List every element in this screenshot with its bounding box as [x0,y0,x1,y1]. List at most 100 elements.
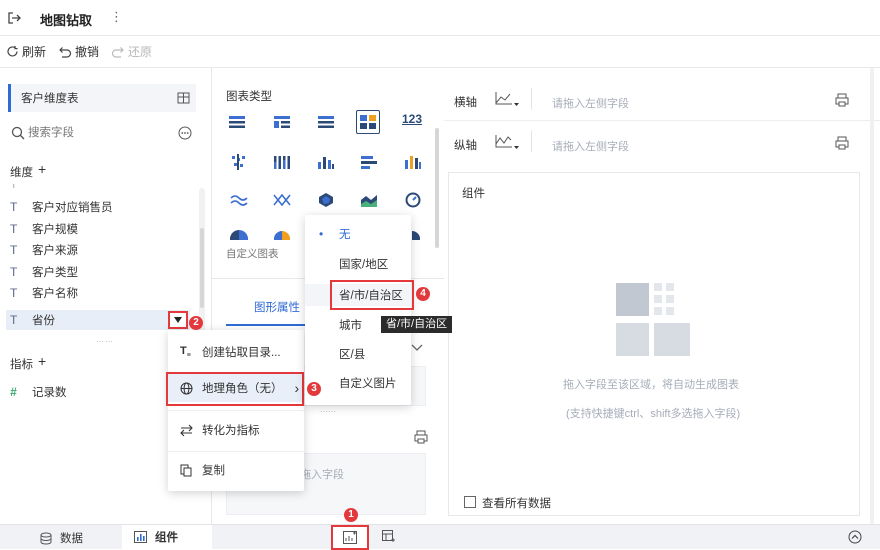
y-axis-label: 纵轴 [454,140,477,152]
geo-option-label: 区/县 [339,349,366,361]
tab-graphic-props[interactable]: 图形属性 [254,299,300,315]
menu-divider [168,410,304,411]
redo-label: 还原 [128,45,153,59]
chevron-up-circle-icon [848,530,862,544]
add-component-button[interactable] [331,525,369,550]
list-item-selected[interactable]: T 省份 [6,310,190,330]
undo-label: 撤销 [75,45,100,59]
tab-component[interactable]: 组件 [122,525,212,549]
text-type-icon: T [10,184,18,191]
table-chart-icon[interactable] [228,114,250,136]
geo-option-district[interactable]: 区/县 [305,343,411,365]
chart-icon [134,531,147,543]
collapse-button[interactable] [848,530,862,544]
x-axis-divider [531,88,532,110]
dimension-header: 维度 [10,167,33,179]
field-label: 客户来源 [32,245,78,257]
column-chart-icon[interactable] [317,154,339,176]
list-item[interactable]: T 客户规模 [10,219,78,239]
convert-icon [180,424,202,437]
y-axis-input[interactable]: 请拖入左侧字段 [552,138,629,154]
list-item[interactable]: T 客户来源 [10,240,78,260]
more-options-icon[interactable]: ⋮ [110,9,123,25]
geo-option-none[interactable]: • 无 [305,223,411,245]
scrollbar-thumb[interactable] [200,228,204,308]
list-item[interactable]: T [10,184,24,194]
geo-option-custom-image[interactable]: 自定义图片 [305,372,411,394]
resize-grip-icon[interactable]: ⋯⋯ [96,337,114,346]
cross-line-icon[interactable] [273,192,295,214]
search-input[interactable] [28,124,168,142]
geo-option-label: 无 [339,229,351,241]
component-label: 组件 [462,188,485,200]
menu-item-label: 创建钻取目录... [202,347,281,359]
gauge-chart-icon[interactable] [404,192,426,214]
line-chart-icon[interactable] [230,192,252,214]
bar-chart-icon[interactable] [360,154,382,176]
geo-option-country[interactable]: 国家/地区 [305,253,411,275]
undo-button[interactable]: 撤销 [58,43,99,60]
printer-icon[interactable] [414,430,428,444]
area-chart-icon[interactable] [360,192,382,214]
text-type-icon: T [10,286,18,300]
title-bar: 地图钻取 ⋮ [0,0,880,36]
create-drill-item[interactable]: T≡ 创建钻取目录... [168,338,304,366]
canvas-hint-2: (支持快捷键ctrl、shift多选拖入字段) [566,408,741,420]
add-dimension-button[interactable]: + [38,161,46,177]
list-item[interactable]: T 客户名称 [10,283,78,303]
radar-chart-icon[interactable] [317,192,339,214]
detail-table-icon[interactable] [317,114,339,136]
switch-table-icon[interactable] [177,92,190,104]
panel-resize-grip-icon[interactable]: ⋯⋯ [320,407,336,416]
refresh-button[interactable]: 刷新 [6,43,46,60]
menu-item-label: 复制 [202,465,225,477]
more-icon[interactable] [178,126,192,140]
drill-directory-icon: T≡ [180,344,191,360]
list-item[interactable]: # 记录数 [10,382,67,402]
y-axis-icon[interactable] [493,134,519,150]
add-dashboard-button[interactable] [382,530,396,543]
stacked-column-icon[interactable] [404,154,426,176]
dot-matrix-icon[interactable] [230,154,252,176]
x-axis-label: 横轴 [454,97,477,109]
x-axis-icon[interactable] [493,91,519,107]
x-axis-settings-icon[interactable] [835,93,849,107]
table-selector[interactable]: 客户维度表 [8,84,196,112]
text-type-icon: T [10,243,18,257]
tab-component-label: 组件 [155,532,178,544]
tooltip: 省/市/自治区 [381,316,453,333]
menu-item-label: 转化为指标 [202,425,260,437]
y-axis-settings-icon[interactable] [835,136,849,150]
show-all-checkbox[interactable] [464,496,476,508]
field-label: 客户名称 [32,288,78,300]
table-name: 客户维度表 [21,93,79,105]
list-item[interactable]: T 客户对应销售员 [10,197,113,217]
exit-icon[interactable] [7,11,21,25]
axis-row-divider [444,120,880,121]
step-badge-2: 2 [189,316,203,330]
chevron-down-icon[interactable] [411,344,423,352]
menu-divider [168,451,304,452]
x-axis-input[interactable]: 请拖入左侧字段 [552,95,629,111]
convert-to-measure-item[interactable]: 转化为指标 [168,416,304,444]
copy-item[interactable]: 复制 [168,456,304,484]
grouped-table-icon[interactable] [356,110,380,134]
tab-data[interactable]: 数据 [40,530,83,546]
database-icon [40,532,52,545]
field-dropdown-button[interactable] [168,311,188,329]
list-item[interactable]: T 客户类型 [10,262,78,282]
text-type-icon: T [10,313,18,327]
custom-chart-label[interactable]: 自定义图表 [226,246,279,261]
multi-bar-icon[interactable] [273,154,295,176]
kpi-number-icon[interactable]: 123 [402,112,424,134]
redo-button[interactable]: 还原 [111,43,152,60]
number-type-icon: # [10,385,17,399]
step-badge-1: 1 [344,508,358,522]
bottom-tab-bar: 数据 组件 [0,524,880,550]
add-measure-button[interactable]: + [38,353,46,369]
search-icon [11,126,25,140]
tab-data-label: 数据 [60,533,83,545]
canvas-scrollbar[interactable] [870,68,874,524]
add-dashboard-icon [382,530,395,542]
cross-table-icon[interactable] [273,114,295,136]
